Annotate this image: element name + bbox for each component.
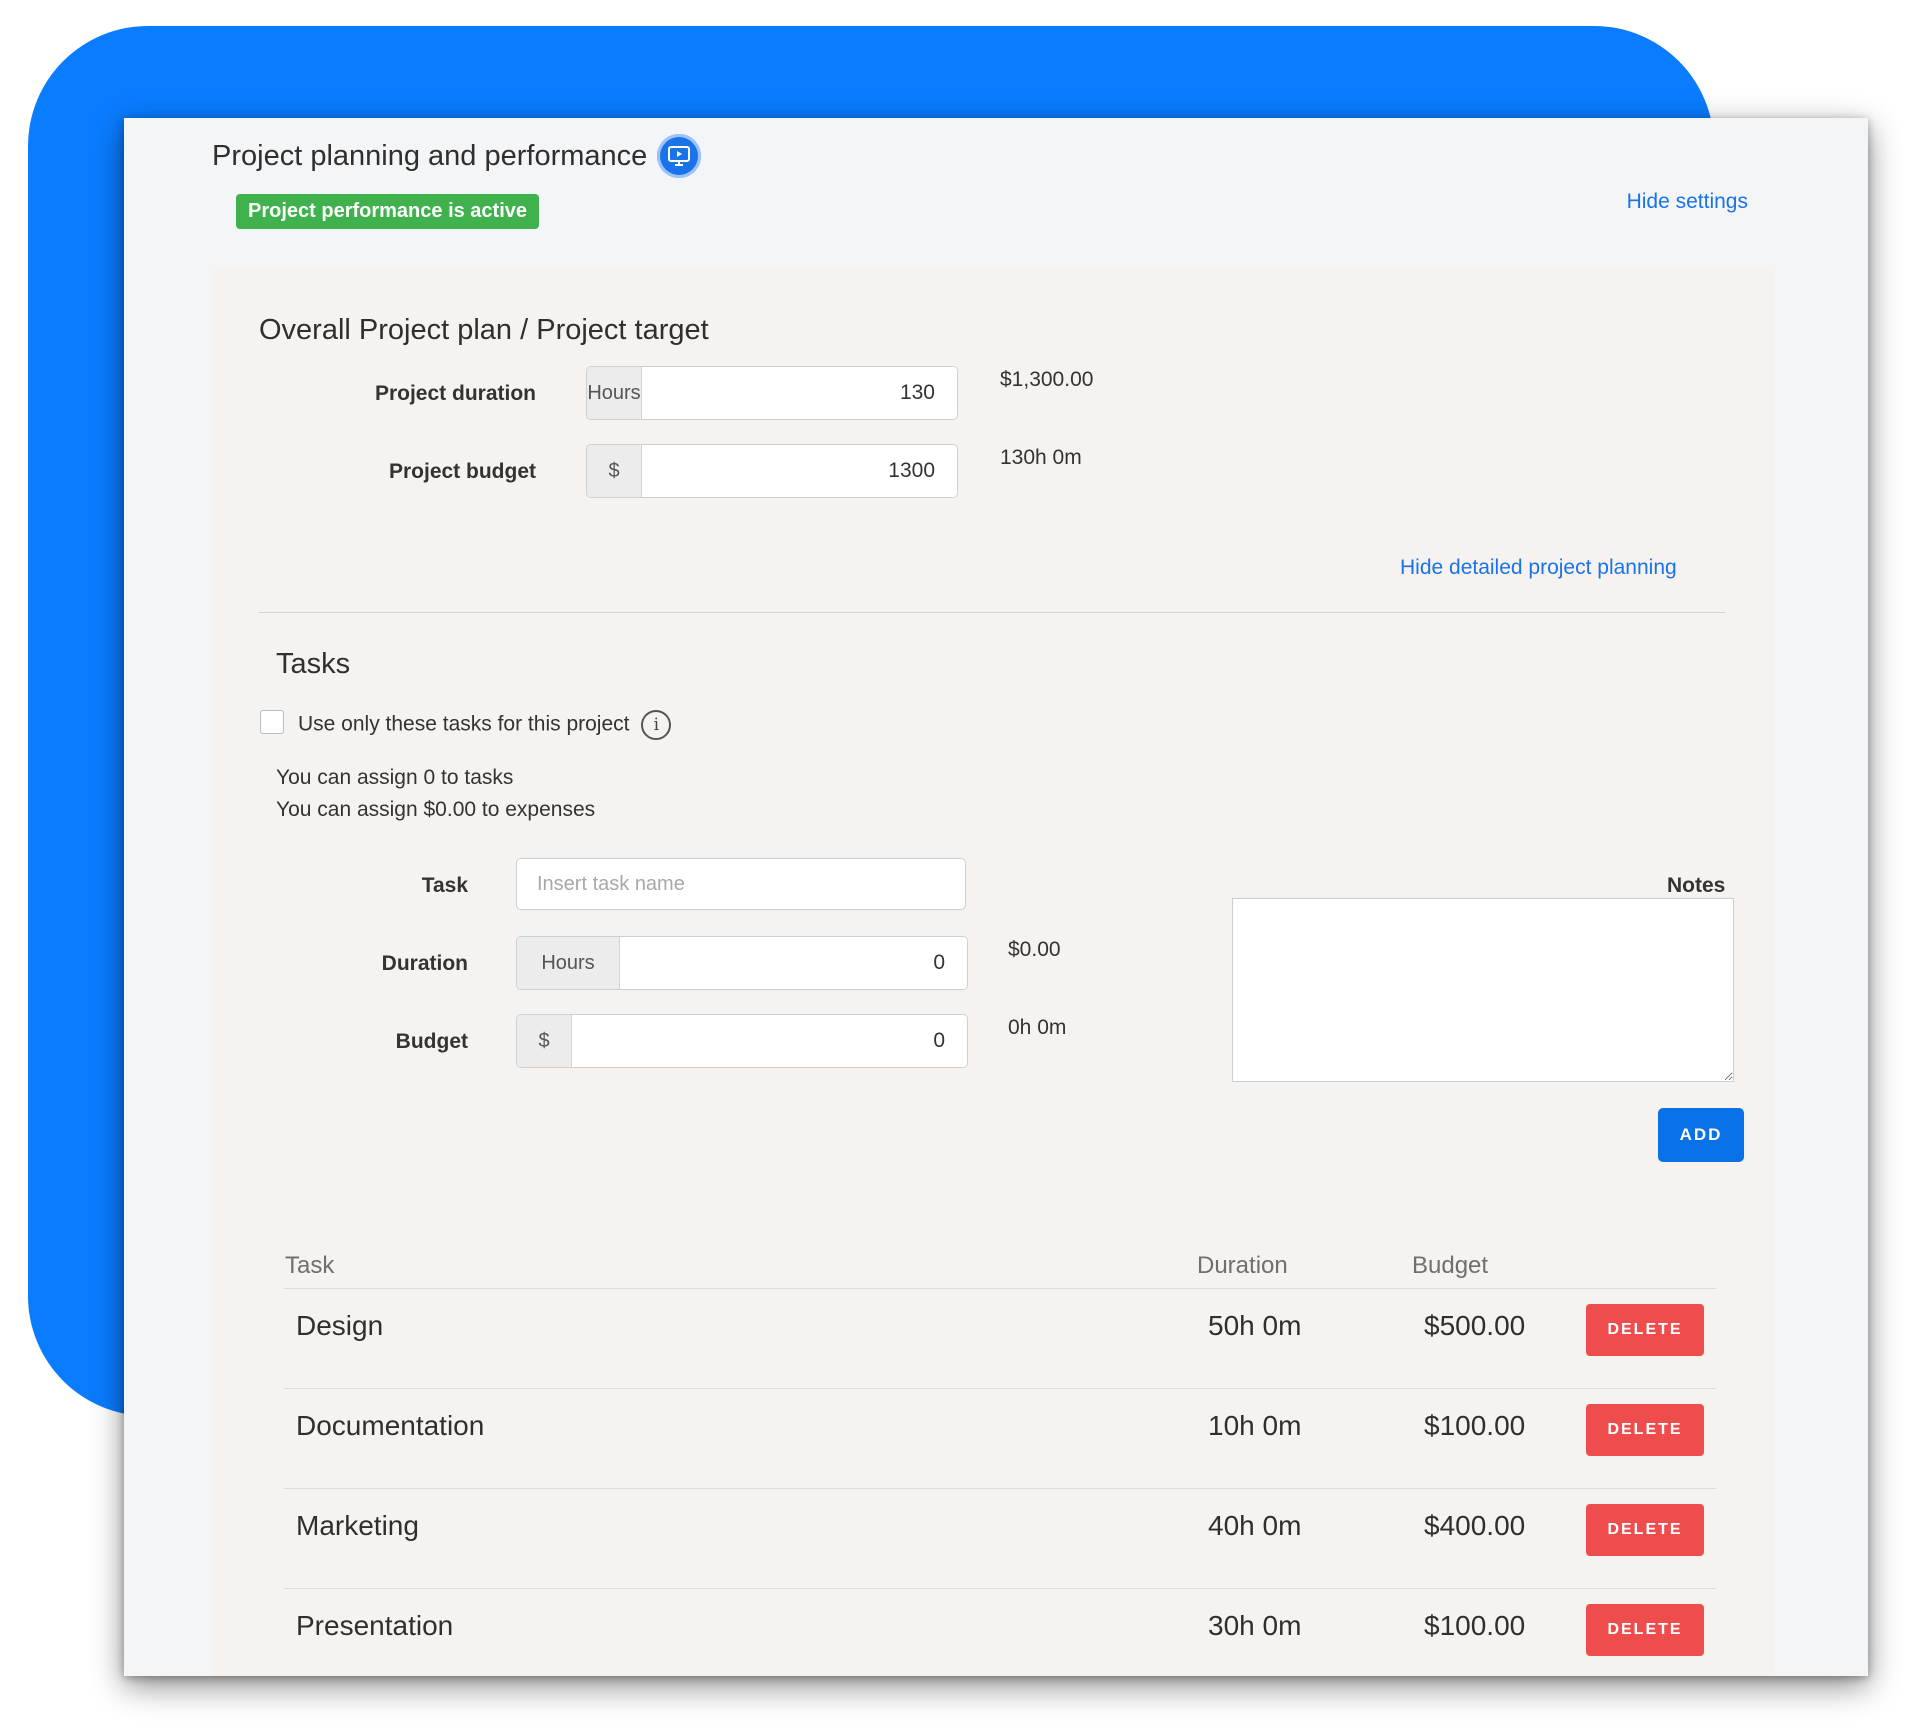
section-divider xyxy=(259,612,1725,613)
task-name-cell: Marketing xyxy=(296,1510,419,1541)
task-name-input[interactable] xyxy=(516,858,966,910)
page-title-text: Project planning and performance xyxy=(212,139,648,172)
info-icon[interactable]: i xyxy=(641,710,672,740)
hours-addon: Hours xyxy=(587,367,642,419)
dollar-addon: $ xyxy=(587,445,642,497)
project-budget-label: Project budget xyxy=(388,460,536,483)
status-badge: Project performance is active xyxy=(236,194,540,229)
task-duration-group: Hours xyxy=(516,936,968,990)
delete-task-button[interactable]: DELETE xyxy=(1586,1304,1704,1356)
task-budget-cell: $400.00 xyxy=(1424,1510,1526,1541)
task-duration-cell: 30h 0m xyxy=(1208,1610,1302,1641)
task-label: Task xyxy=(421,874,468,897)
project-duration-label: Project duration xyxy=(374,382,536,405)
task-budget-group: $ xyxy=(516,1014,968,1068)
project-duration-input[interactable] xyxy=(642,367,957,419)
assign-tasks-text: You can assign 0 to tasks xyxy=(276,766,514,789)
app-window: Project planning and performance Project… xyxy=(124,118,1868,1676)
task-name-cell: Documentation xyxy=(296,1410,485,1441)
overall-plan-title: Overall Project plan / Project target xyxy=(259,314,709,346)
table-header-divider xyxy=(284,1288,1716,1289)
task-budget-input[interactable] xyxy=(572,1015,967,1067)
dollar-addon: $ xyxy=(517,1015,572,1067)
page-title: Project planning and performance xyxy=(212,134,702,178)
delete-task-button[interactable]: DELETE xyxy=(1586,1404,1704,1456)
add-task-button[interactable]: ADD xyxy=(1658,1108,1744,1162)
task-duration-cell: 10h 0m xyxy=(1208,1410,1302,1441)
table-row-divider xyxy=(284,1388,1716,1389)
task-duration-cell: 40h 0m xyxy=(1208,1510,1302,1541)
delete-task-button[interactable]: DELETE xyxy=(1586,1604,1704,1656)
task-duration-cost: $0.00 xyxy=(1008,938,1061,961)
duration-label: Duration xyxy=(381,952,468,975)
table-header-budget: Budget xyxy=(1412,1252,1489,1279)
notes-label: Notes xyxy=(1667,874,1726,897)
task-duration-input[interactable] xyxy=(620,937,967,989)
table-row-divider xyxy=(284,1488,1716,1489)
table-header-task: Task xyxy=(285,1252,335,1279)
task-budget-cell: $500.00 xyxy=(1424,1310,1526,1341)
task-name-cell: Design xyxy=(296,1310,384,1341)
assign-expenses-text: You can assign $0.00 to expenses xyxy=(276,798,596,821)
budget-label: Budget xyxy=(395,1030,468,1053)
use-only-tasks-checkbox[interactable] xyxy=(260,710,284,734)
task-name-cell: Presentation xyxy=(296,1610,454,1641)
hours-addon: Hours xyxy=(517,937,620,989)
use-only-tasks-row: Use only these tasks for this project i xyxy=(298,710,672,740)
project-budget-group: $ xyxy=(586,444,958,498)
settings-panel: Overall Project plan / Project target Pr… xyxy=(212,270,1774,1676)
hide-settings-link[interactable]: Hide settings xyxy=(1627,190,1748,214)
hide-detailed-planning-link[interactable]: Hide detailed project planning xyxy=(1400,556,1677,580)
table-header-duration: Duration xyxy=(1197,1252,1288,1279)
video-help-icon[interactable] xyxy=(657,134,702,178)
task-budget-cell: $100.00 xyxy=(1424,1610,1526,1641)
task-budget-time: 0h 0m xyxy=(1008,1016,1067,1039)
project-duration-cost: $1,300.00 xyxy=(1000,368,1094,391)
project-budget-time: 130h 0m xyxy=(1000,446,1082,469)
project-duration-group: Hours xyxy=(586,366,958,420)
task-budget-cell: $100.00 xyxy=(1424,1410,1526,1441)
notes-textarea[interactable] xyxy=(1232,898,1734,1082)
table-row-divider xyxy=(284,1588,1716,1589)
delete-task-button[interactable]: DELETE xyxy=(1586,1504,1704,1556)
use-only-tasks-label: Use only these tasks for this project xyxy=(298,712,630,736)
task-duration-cell: 50h 0m xyxy=(1208,1310,1302,1341)
tasks-title: Tasks xyxy=(276,648,351,680)
project-budget-input[interactable] xyxy=(642,445,957,497)
